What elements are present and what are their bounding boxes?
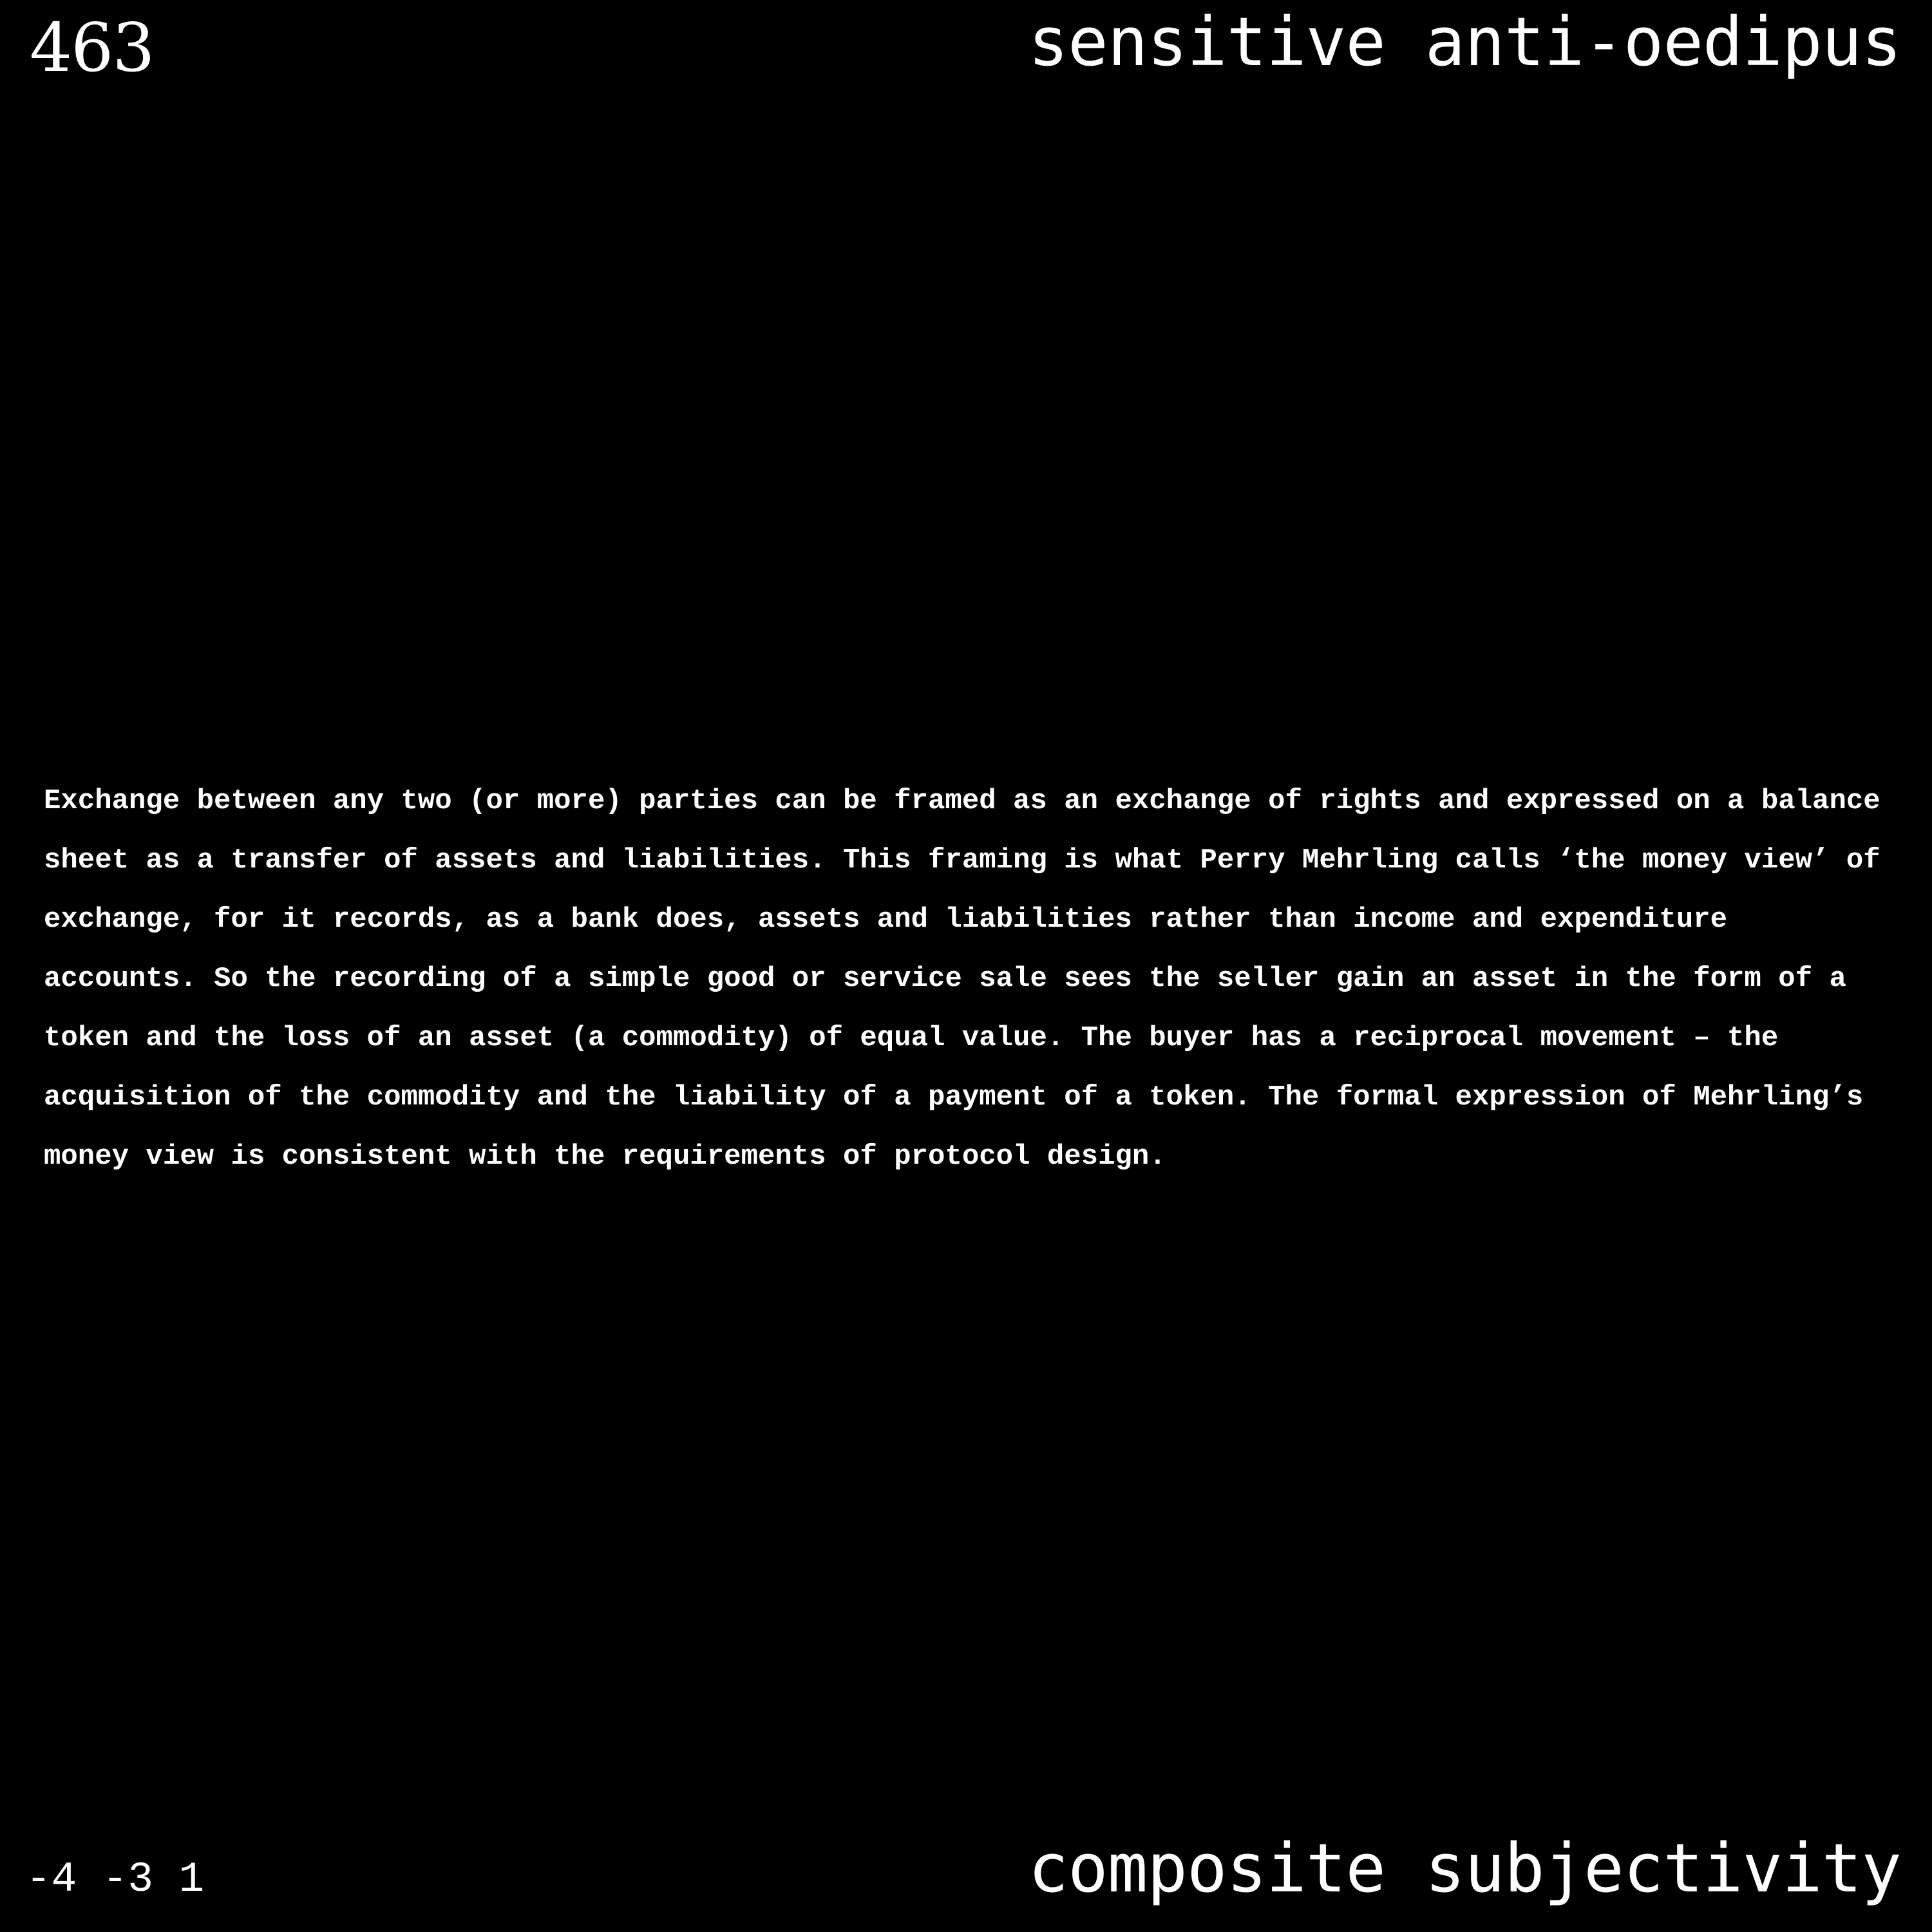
body-line: accounts. So the recording of a simple g… (44, 963, 1846, 995)
page-title: sensitive anti-oedipus (1028, 3, 1902, 81)
body-line: sheet as a transfer of assets and liabil… (44, 844, 1880, 876)
page-subtitle: composite subjectivity (1028, 1829, 1902, 1908)
body-line: Exchange between any two (or more) parti… (44, 785, 1880, 817)
body-line: exchange, for it records, as a bank does… (44, 904, 1728, 936)
coordinates-label: -4 -3 1 (26, 1855, 205, 1904)
body-line: token and the loss of an asset (a commod… (44, 1022, 1779, 1054)
page-number: 463 (30, 8, 155, 87)
body-paragraph: Exchange between any two (or more) parti… (44, 772, 1911, 1186)
body-line: acquisition of the commodity and the lia… (44, 1081, 1864, 1113)
body-line: money view is consistent with the requir… (44, 1141, 1166, 1173)
